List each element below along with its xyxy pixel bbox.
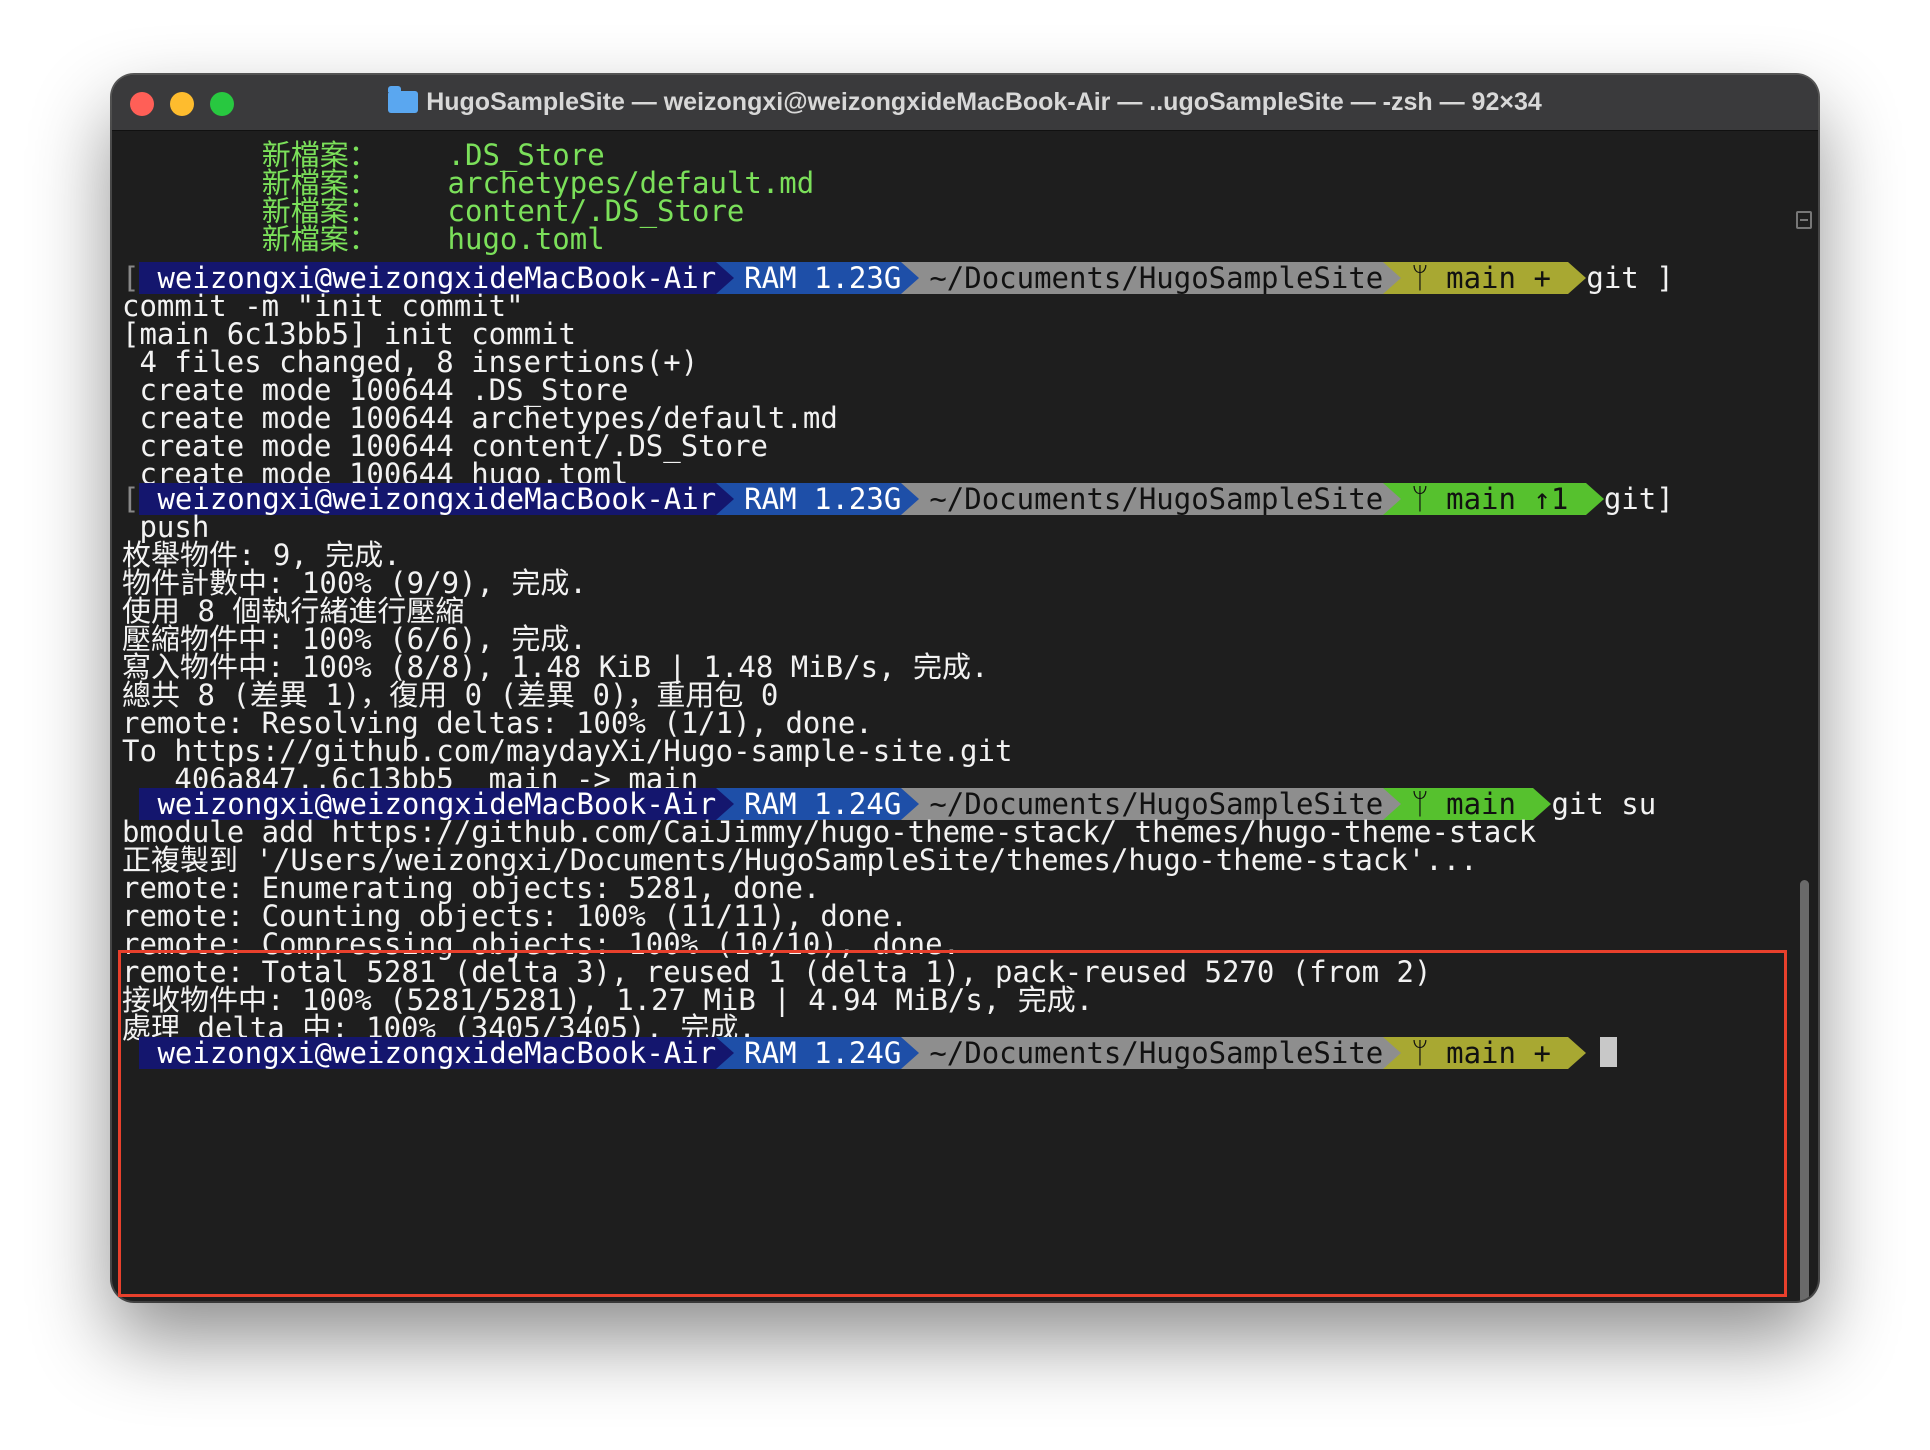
powerline-arrow <box>1568 1037 1587 1069</box>
folder-icon <box>388 86 419 113</box>
text-cursor <box>1600 1037 1618 1067</box>
title-bar: HugoSampleSite — weizongxi@weizongxideMa… <box>112 75 1818 131</box>
prompt-user: weizongxi@weizongxideMacBook-Air <box>139 1037 717 1069</box>
prompt-ram: RAM 1.23G <box>734 483 902 515</box>
powerline-arrow <box>716 262 735 294</box>
prompt-git-branch: ᛘ main + <box>1401 262 1569 294</box>
prompt-command: git ] <box>1586 261 1674 295</box>
powerline-arrow <box>1585 483 1604 515</box>
prompt-path: ~/Documents/HugoSampleSite <box>919 1037 1384 1069</box>
terminal-window: HugoSampleSite — weizongxi@weizongxideMa… <box>112 75 1818 1301</box>
prompt-ram: RAM 1.24G <box>734 1037 902 1069</box>
window-title-text: HugoSampleSite — weizongxi@weizongxideMa… <box>426 88 1542 116</box>
prompt-command: git] <box>1603 482 1674 516</box>
terminal-content[interactable]: 新檔案： .DS_Store 新檔案： archetypes/default.m… <box>122 139 1792 1289</box>
prompt-path: ~/Documents/HugoSampleSite <box>919 483 1384 515</box>
status-line: 新檔案： hugo.toml <box>261 222 605 256</box>
scrollbar[interactable] <box>1800 880 1809 1301</box>
shell-prompt: weizongxi@weizongxideMacBook-Air RAM 1.24… <box>122 1037 1618 1069</box>
prompt-ram: RAM 1.23G <box>734 262 902 294</box>
powerline-arrow <box>901 483 920 515</box>
powerline-arrow <box>901 1037 920 1069</box>
prompt-user: weizongxi@weizongxideMacBook-Air <box>139 483 717 515</box>
powerline-arrow <box>1383 1037 1402 1069</box>
scroll-marks-icon[interactable] <box>1796 211 1812 229</box>
powerline-arrow <box>1383 262 1402 294</box>
powerline-arrow <box>1568 262 1587 294</box>
shell-prompt: [weizongxi@weizongxideMacBook-Air RAM 1.2… <box>122 483 1674 515</box>
prompt-bracket <box>122 1037 139 1069</box>
prompt-git-branch: ᛘ main ↑1 <box>1401 483 1586 515</box>
prompt-path: ~/Documents/HugoSampleSite <box>919 262 1384 294</box>
prompt-command: git su <box>1551 787 1657 821</box>
prompt-git-branch: ᛘ main + <box>1401 1037 1569 1069</box>
window-title: HugoSampleSite — weizongxi@weizongxideMa… <box>112 75 1818 130</box>
powerline-arrow <box>901 262 920 294</box>
powerline-arrow <box>1383 483 1402 515</box>
powerline-arrow <box>716 483 735 515</box>
powerline-arrow <box>716 1037 735 1069</box>
